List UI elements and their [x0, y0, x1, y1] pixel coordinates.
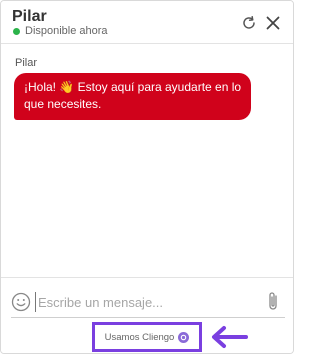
chat-widget: Pilar Disponible ahora Pilar ¡Hola! 👋 Es… — [0, 0, 294, 354]
composer-divider — [1, 277, 293, 278]
message-bubble: ¡Hola! 👋 Estoy aquí para ayudarte en lo … — [14, 73, 251, 120]
chat-header: Pilar Disponible ahora — [1, 1, 293, 44]
refresh-icon — [243, 16, 255, 29]
refresh-button[interactable] — [239, 13, 259, 33]
cliengo-logo-icon — [178, 331, 190, 343]
arrow-left-icon — [212, 326, 248, 348]
input-underline — [11, 317, 285, 318]
powered-by-link[interactable]: Usamos Cliengo — [92, 322, 202, 352]
branding-label: Usamos Cliengo — [104, 331, 175, 343]
conversation-area: Pilar ¡Hola! 👋 Estoy aquí para ayudarte … — [1, 45, 293, 277]
message-sender: Pilar — [15, 57, 38, 69]
agent-status: Disponible ahora — [13, 25, 108, 37]
close-button[interactable] — [263, 13, 283, 33]
emoji-button[interactable] — [11, 292, 31, 312]
status-dot-icon — [13, 27, 20, 35]
status-text: Disponible ahora — [25, 25, 108, 37]
emoji-icon — [11, 292, 31, 312]
agent-name: Pilar — [12, 8, 47, 25]
composer: Usamos Cliengo — [1, 277, 293, 353]
paperclip-icon — [269, 292, 277, 310]
message-input[interactable] — [35, 292, 255, 312]
attach-button[interactable] — [266, 291, 280, 313]
close-icon — [266, 16, 280, 30]
